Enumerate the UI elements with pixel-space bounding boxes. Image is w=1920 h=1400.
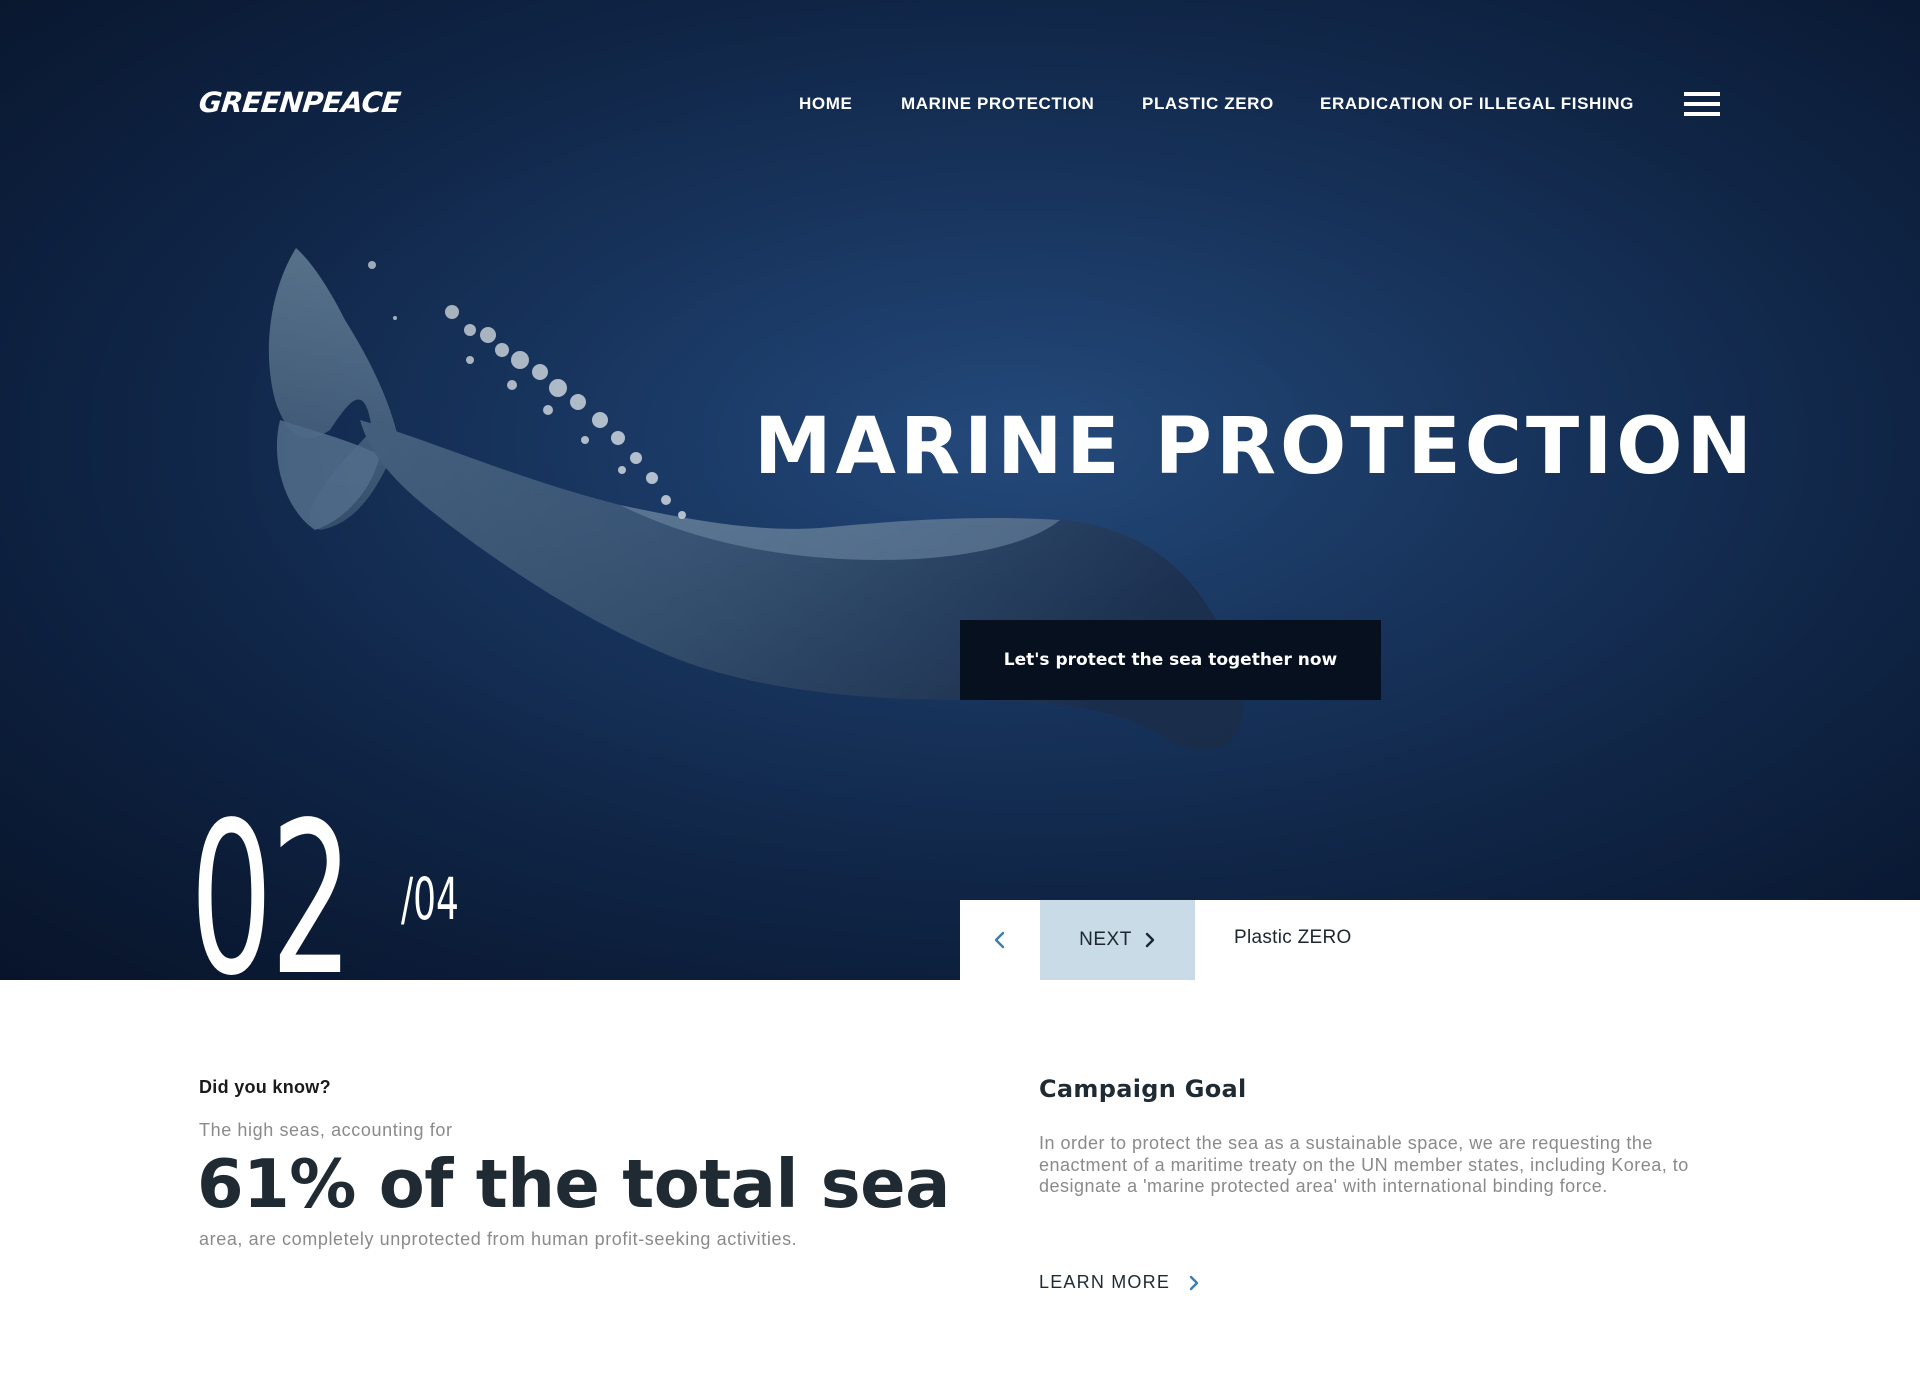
campaign-goal-body: In order to protect the sea as a sustain…: [1039, 1133, 1689, 1196]
chevron-left-icon: [994, 931, 1005, 949]
nav-item-home[interactable]: HOME: [799, 94, 852, 114]
hamburger-icon[interactable]: [1684, 92, 1720, 118]
hamburger-line: [1684, 92, 1720, 96]
protect-sea-cta-button[interactable]: Let's protect the sea together now: [960, 620, 1381, 700]
chevron-right-icon: [1145, 932, 1155, 948]
nav-item-marine-protection[interactable]: MARINE PROTECTION: [901, 94, 1094, 114]
slide-current-number: 02: [190, 777, 353, 981]
slide-total-number: /04: [401, 865, 459, 933]
nav-item-eradication-of-illegal-fishing[interactable]: ERADICATION OF ILLEGAL FISHING: [1320, 94, 1634, 114]
slider-controls: NEXT Plastic ZERO: [960, 900, 1920, 980]
hero-title: MARINE PROTECTION: [754, 402, 1756, 492]
nav-item-plastic-zero[interactable]: PLASTIC ZERO: [1142, 94, 1274, 114]
hero-section: GREENPEACE HOME MARINE PROTECTION PLASTI…: [0, 0, 1920, 980]
learn-more-label: LEARN MORE: [1039, 1272, 1171, 1292]
main-nav: HOME MARINE PROTECTION PLASTIC ZERO ERAD…: [0, 94, 1920, 118]
prev-slide-button[interactable]: [960, 900, 1040, 980]
hamburger-line: [1684, 102, 1720, 106]
chevron-right-icon: [1189, 1275, 1199, 1290]
hamburger-line: [1684, 112, 1720, 116]
learn-more-link[interactable]: LEARN MORE: [1039, 1272, 1200, 1293]
campaign-goal-heading: Campaign Goal: [1039, 1075, 1247, 1103]
next-slide-caption[interactable]: Plastic ZERO: [1234, 927, 1352, 949]
did-you-know-heading: Did you know?: [199, 1077, 331, 1097]
fact-lead-text: The high seas, accounting for: [199, 1120, 453, 1140]
next-slide-button[interactable]: NEXT: [1040, 900, 1195, 980]
fact-statistic: 61% of the total sea: [197, 1145, 950, 1223]
fact-tail-text: area, are completely unprotected from hu…: [199, 1229, 798, 1249]
page: GREENPEACE HOME MARINE PROTECTION PLASTI…: [0, 0, 1920, 1400]
next-label: NEXT: [1079, 929, 1132, 950]
